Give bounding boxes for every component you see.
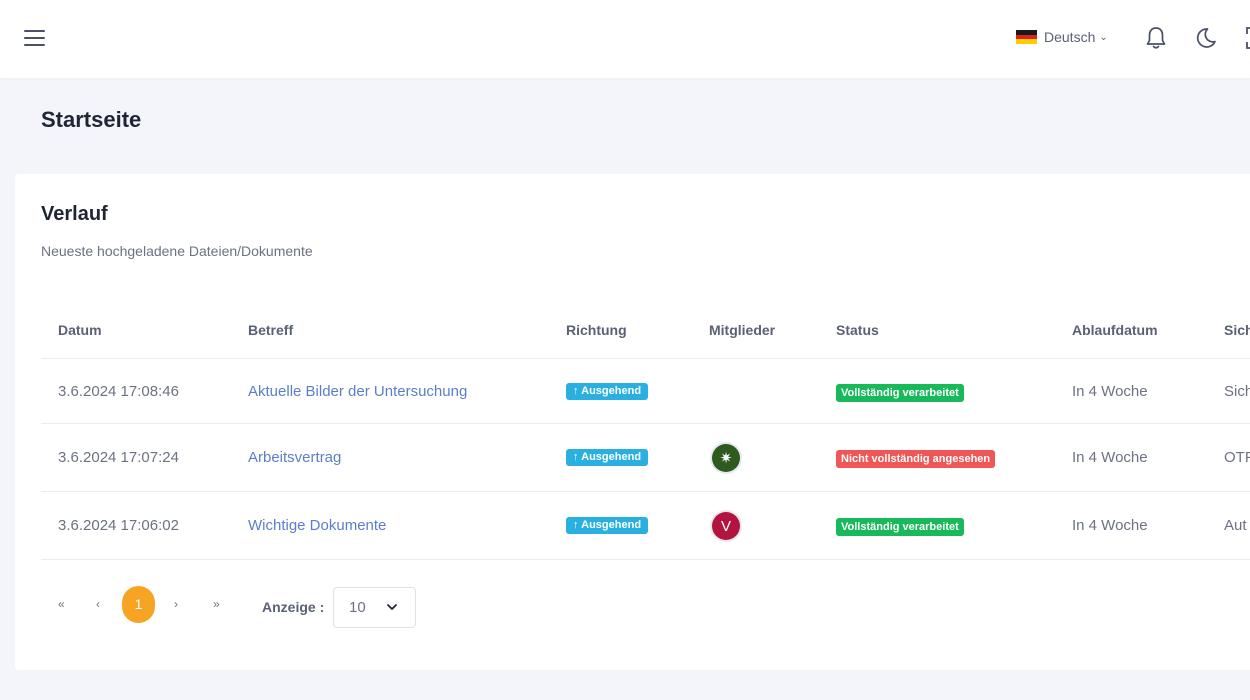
pagination-first[interactable]: « bbox=[58, 597, 65, 611]
pagination-last[interactable]: » bbox=[213, 597, 220, 611]
language-label: Deutsch bbox=[1044, 29, 1096, 45]
chevron-down-icon bbox=[387, 604, 397, 610]
row-subject-link[interactable]: Wichtige Dokumente bbox=[248, 517, 386, 534]
column-header-status[interactable]: Status bbox=[836, 322, 879, 338]
row-expiry: In 4 Woche bbox=[1072, 517, 1148, 534]
row-date: 3.6.2024 17:07:24 bbox=[58, 449, 179, 466]
page-title: Startseite bbox=[41, 107, 142, 132]
member-avatar[interactable]: ✷ bbox=[712, 444, 740, 472]
direction-badge: ↑ Ausgehend bbox=[566, 517, 649, 534]
top-bar: Deutsch ⌄ bbox=[0, 0, 1250, 78]
menu-icon[interactable] bbox=[24, 30, 45, 46]
column-header-expiry[interactable]: Ablaufdatum bbox=[1072, 322, 1158, 338]
status-badge: Nicht vollständig angesehen bbox=[836, 450, 996, 468]
row-security: Aut bbox=[1224, 517, 1247, 534]
bell-icon[interactable] bbox=[1143, 25, 1169, 51]
table-divider bbox=[41, 358, 1250, 359]
pagination-next[interactable]: › bbox=[174, 597, 178, 611]
column-header-date[interactable]: Datum bbox=[58, 322, 102, 338]
card-subtitle: Neueste hochgeladene Dateien/Dokumente bbox=[41, 243, 313, 259]
fullscreen-icon[interactable] bbox=[1244, 25, 1250, 51]
table-divider bbox=[41, 491, 1250, 492]
page-size-value: 10 bbox=[349, 599, 366, 616]
status-badge: Vollständig verarbeitet bbox=[836, 384, 964, 402]
page-size-label: Anzeige : bbox=[262, 599, 325, 615]
direction-badge: ↑ Ausgehend bbox=[566, 449, 649, 466]
row-expiry: In 4 Woche bbox=[1072, 383, 1148, 400]
column-header-subject[interactable]: Betreff bbox=[248, 322, 293, 338]
row-subject-link[interactable]: Aktuelle Bilder der Untersuchung bbox=[248, 383, 467, 400]
row-security: OTF bbox=[1224, 449, 1250, 466]
direction-badge: ↑ Ausgehend bbox=[566, 383, 649, 400]
language-selector[interactable]: Deutsch ⌄ bbox=[1016, 29, 1108, 45]
column-header-members[interactable]: Mitglieder bbox=[709, 322, 775, 338]
column-header-security[interactable]: Sich bbox=[1224, 322, 1250, 338]
row-subject-link[interactable]: Arbeitsvertrag bbox=[248, 449, 341, 466]
table-divider bbox=[41, 559, 1250, 560]
member-avatar[interactable]: V bbox=[712, 512, 740, 540]
status-badge: Vollständig verarbeitet bbox=[836, 518, 964, 536]
page-size-select[interactable]: 10 bbox=[333, 587, 416, 628]
moon-icon[interactable] bbox=[1193, 25, 1219, 51]
row-date: 3.6.2024 17:08:46 bbox=[58, 383, 179, 400]
card-title: Verlauf bbox=[41, 203, 108, 225]
chevron-down-icon: ⌄ bbox=[1099, 31, 1108, 43]
pagination-current-page[interactable]: 1 bbox=[122, 586, 155, 623]
row-expiry: In 4 Woche bbox=[1072, 449, 1148, 466]
table-divider bbox=[41, 423, 1250, 424]
row-security: Sich bbox=[1224, 383, 1250, 400]
german-flag-icon bbox=[1016, 30, 1037, 45]
pagination-prev[interactable]: ‹ bbox=[96, 597, 100, 611]
row-date: 3.6.2024 17:06:02 bbox=[58, 517, 179, 534]
column-header-direction[interactable]: Richtung bbox=[566, 322, 627, 338]
history-card: Verlauf Neueste hochgeladene Dateien/Dok… bbox=[15, 174, 1250, 670]
